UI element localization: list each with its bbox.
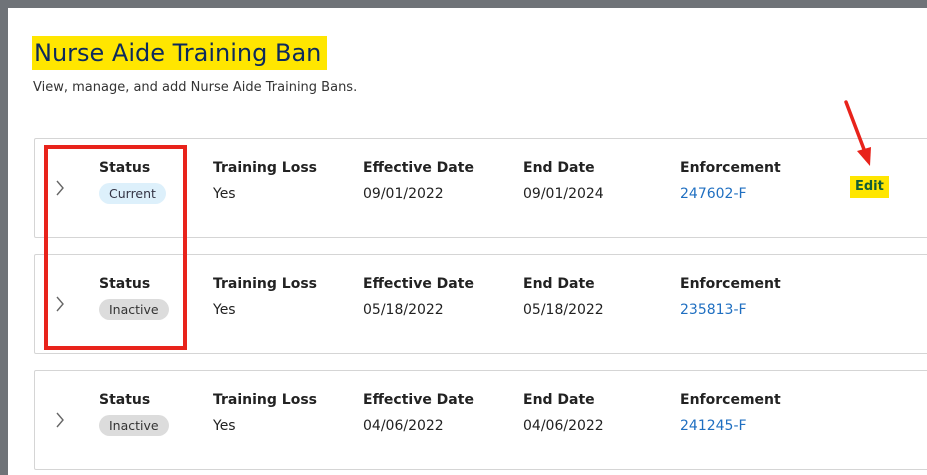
enforcement-column: Enforcement 235813-F <box>680 275 781 319</box>
end-date-column: End Date 04/06/2022 <box>523 391 604 435</box>
status-column: Status Inactive <box>99 391 169 436</box>
training-loss-column: Training Loss Yes <box>213 391 317 435</box>
end-date-column: End Date 09/01/2024 <box>523 159 604 203</box>
enforcement-link[interactable]: 247602-F <box>680 185 781 203</box>
enforcement-header: Enforcement <box>680 160 781 176</box>
effective-date-header: Effective Date <box>363 276 474 292</box>
training-loss-column: Training Loss Yes <box>213 159 317 203</box>
enforcement-column: Enforcement 241245-F <box>680 391 781 435</box>
training-loss-value: Yes <box>213 302 236 318</box>
end-date-header: End Date <box>523 276 595 292</box>
end-date-value: 04/06/2022 <box>523 418 604 434</box>
status-header: Status <box>99 392 151 408</box>
arrow-icon <box>844 100 871 166</box>
training-loss-value: Yes <box>213 186 236 202</box>
effective-date-value: 05/18/2022 <box>363 302 444 318</box>
ban-card: Status Inactive Training Loss Yes Effect… <box>34 370 927 470</box>
edit-button[interactable]: Edit <box>850 176 889 198</box>
training-loss-header: Training Loss <box>213 276 317 292</box>
status-badge: Inactive <box>99 415 169 436</box>
enforcement-column: Enforcement 247602-F <box>680 159 781 203</box>
effective-date-header: Effective Date <box>363 160 474 176</box>
training-loss-value: Yes <box>213 418 236 434</box>
status-annotation-box <box>44 145 187 350</box>
enforcement-header: Enforcement <box>680 276 781 292</box>
window-left-border <box>0 0 8 475</box>
end-date-column: End Date 05/18/2022 <box>523 275 604 319</box>
effective-date-value: 04/06/2022 <box>363 418 444 434</box>
window-top-border <box>0 0 927 8</box>
effective-date-header: Effective Date <box>363 392 474 408</box>
training-loss-column: Training Loss Yes <box>213 275 317 319</box>
enforcement-link[interactable]: 235813-F <box>680 301 781 319</box>
effective-date-column: Effective Date 04/06/2022 <box>363 391 474 435</box>
effective-date-column: Effective Date 09/01/2022 <box>363 159 474 203</box>
end-date-header: End Date <box>523 392 595 408</box>
enforcement-header: Enforcement <box>680 392 781 408</box>
training-loss-header: Training Loss <box>213 160 317 176</box>
end-date-value: 05/18/2022 <box>523 302 604 318</box>
page-title: Nurse Aide Training Ban <box>32 36 328 70</box>
training-loss-header: Training Loss <box>213 392 317 408</box>
end-date-header: End Date <box>523 160 595 176</box>
page-subtitle: View, manage, and add Nurse Aide Trainin… <box>33 80 358 95</box>
chevron-right-icon[interactable] <box>55 411 65 429</box>
effective-date-value: 09/01/2022 <box>363 186 444 202</box>
enforcement-link[interactable]: 241245-F <box>680 417 781 435</box>
effective-date-column: Effective Date 05/18/2022 <box>363 275 474 319</box>
end-date-value: 09/01/2024 <box>523 186 604 202</box>
